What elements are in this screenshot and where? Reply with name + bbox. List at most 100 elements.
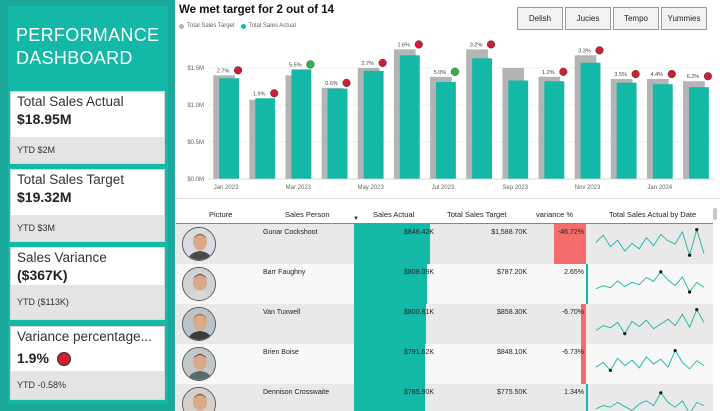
table-row[interactable]: Van Tuxwell $800.81K $858.30K -6.70% bbox=[176, 304, 713, 344]
avatar bbox=[182, 227, 216, 261]
actual-bar bbox=[255, 98, 276, 179]
person-icon bbox=[183, 348, 215, 380]
y-tick-label: $1.5M bbox=[187, 66, 204, 72]
sparkline-min-marker bbox=[608, 368, 612, 372]
avatar bbox=[182, 267, 216, 301]
kpi-value: $19.32M bbox=[17, 189, 72, 205]
sales-person-table: Gunar Cockshoot $846.42K $1,588.70K -46.72%… bbox=[176, 224, 713, 411]
data-label: 2.7% bbox=[217, 68, 230, 74]
slicer-button-delish[interactable]: Delish bbox=[517, 7, 563, 30]
table-scrollbar[interactable] bbox=[713, 208, 717, 220]
sales-target-value: $1,588.70K bbox=[491, 229, 527, 236]
variance-bar bbox=[586, 384, 588, 411]
variance-value: -46.72% bbox=[557, 229, 584, 236]
sales-column-chart[interactable]: $0.0M $0.5M $1.0M $1.5M 2.7% Jan 2023 1.9% 5.5%… bbox=[176, 34, 720, 192]
column-header-sales-actual[interactable]: Sales Actual bbox=[373, 210, 414, 219]
slicer-button-yummies[interactable]: Yummies bbox=[661, 7, 707, 30]
section-divider bbox=[176, 198, 720, 199]
x-tick-label: Sep 2023 bbox=[502, 185, 528, 191]
face bbox=[193, 273, 207, 291]
chart-legend: Total Sales Target Total Sales Actual bbox=[179, 23, 296, 29]
kpi-card-total-sales-target[interactable]: Total Sales Target $19.32M YTD $3M bbox=[10, 169, 165, 242]
actual-bar bbox=[652, 84, 673, 179]
status-dot-icon bbox=[306, 60, 315, 69]
sort-descending-icon[interactable]: ▼ bbox=[353, 216, 359, 222]
chart-title: We met target for 2 out of 14 bbox=[179, 4, 335, 16]
actual-bar bbox=[219, 78, 240, 179]
column-header-variance[interactable]: variance % bbox=[536, 210, 573, 219]
legend-target-label: Total Sales Target bbox=[187, 23, 235, 29]
status-dot-icon bbox=[270, 89, 279, 98]
sales-by-date-sparkline bbox=[595, 308, 705, 336]
kpi-value: 1.9% bbox=[17, 350, 49, 366]
data-label: 3.5% bbox=[614, 72, 627, 78]
dashboard-title: PERFORMANCE DASHBOARD bbox=[16, 24, 166, 70]
table-row[interactable]: Barr Faughny $808.09K $787.20K 2.65% bbox=[176, 264, 713, 304]
sparkline-path bbox=[595, 349, 705, 372]
sparkline-min-marker bbox=[688, 253, 692, 257]
status-red-dot-icon bbox=[56, 352, 71, 367]
kpi-label: Variance percentage... bbox=[17, 329, 152, 344]
status-dot-icon bbox=[414, 40, 423, 49]
status-dot-icon bbox=[595, 46, 604, 55]
variance-value: 2.65% bbox=[564, 269, 584, 276]
sales-target-value: $858.30K bbox=[497, 309, 527, 316]
x-tick-label: Jul 2023 bbox=[432, 185, 455, 191]
table-row[interactable]: Dennison Crosswaite $785.90K $775.50K 1.34% bbox=[176, 384, 713, 411]
actual-bar bbox=[508, 80, 529, 179]
actual-bar bbox=[399, 55, 420, 179]
variance-value: -6.70% bbox=[561, 309, 584, 316]
slicer-button-tempo[interactable]: Tempo bbox=[613, 7, 659, 30]
avatar bbox=[182, 347, 216, 381]
sparkline-min-marker bbox=[688, 290, 692, 294]
sparkline-path bbox=[595, 271, 705, 293]
kpi-value: $18.95M bbox=[17, 111, 72, 127]
face bbox=[193, 313, 207, 331]
sales-by-date-sparkline bbox=[595, 227, 705, 257]
avatar bbox=[182, 307, 216, 341]
variance-value: -6.73% bbox=[561, 349, 584, 356]
sparkline-max-marker bbox=[695, 228, 699, 232]
column-header-sales-person[interactable]: Sales Person bbox=[285, 210, 330, 219]
data-label: 5.0% bbox=[434, 70, 447, 76]
y-tick-label: $0.5M bbox=[187, 140, 204, 146]
chart-svg: $0.0M $0.5M $1.0M $1.5M 2.7% Jan 2023 1.9% 5.5%… bbox=[187, 40, 714, 191]
kpi-card-variance-percentage[interactable]: Variance percentage... 1.9% YTD -0.58% bbox=[10, 326, 165, 400]
status-dot-icon bbox=[487, 40, 496, 49]
data-label: 4.4% bbox=[651, 72, 664, 78]
sales-person-name: Brien Boise bbox=[263, 349, 299, 356]
status-dot-icon bbox=[450, 67, 459, 76]
sales-by-date-sparkline bbox=[595, 348, 705, 372]
sparkline-path bbox=[595, 391, 705, 411]
x-tick-label: Nov 2023 bbox=[575, 185, 601, 191]
kpi-value-row: 1.9% bbox=[11, 344, 164, 367]
data-label: 5.5% bbox=[289, 62, 302, 68]
kpi-label: Total Sales Target bbox=[17, 172, 125, 187]
data-label: 3.3% bbox=[578, 48, 591, 54]
sales-actual-value: $800.81K bbox=[404, 309, 434, 316]
table-row[interactable]: Brien Boise $791.62K $848.10K -6.73% bbox=[176, 344, 713, 384]
sales-by-date-sparkline bbox=[595, 391, 705, 411]
column-header-sales-by-date[interactable]: Total Sales Actual by Date bbox=[609, 210, 696, 219]
actual-bar bbox=[291, 69, 312, 179]
column-header-sales-target[interactable]: Total Sales Target bbox=[447, 210, 506, 219]
person-icon bbox=[183, 308, 215, 340]
data-label: 3.2% bbox=[470, 42, 483, 48]
sparkline-max-marker bbox=[659, 270, 663, 274]
sales-by-date-sparkline bbox=[595, 270, 705, 294]
dashboard-title-line2: DASHBOARD bbox=[16, 48, 133, 68]
kpi-card-total-sales-actual[interactable]: Total Sales Actual $18.95M YTD $2M bbox=[10, 91, 165, 164]
sales-actual-value: $808.09K bbox=[404, 269, 434, 276]
slicer-button-jucies[interactable]: Jucies bbox=[565, 7, 611, 30]
status-dot-icon bbox=[234, 66, 243, 75]
actual-bar bbox=[327, 88, 348, 179]
table-row[interactable]: Gunar Cockshoot $846.42K $1,588.70K -46.72% bbox=[176, 224, 713, 264]
data-label: 2.7% bbox=[361, 61, 374, 67]
kpi-ytd: YTD -0.58% bbox=[11, 371, 164, 399]
kpi-card-sales-variance[interactable]: Sales Variance ($367K) YTD ($113K) bbox=[10, 247, 165, 320]
sales-person-name: Dennison Crosswaite bbox=[263, 389, 330, 396]
kpi-ytd: YTD ($113K) bbox=[11, 285, 164, 319]
column-header-picture[interactable]: Picture bbox=[209, 210, 232, 219]
sparkline-max-marker bbox=[695, 308, 699, 312]
x-tick-label: Jan 2023 bbox=[214, 185, 239, 191]
